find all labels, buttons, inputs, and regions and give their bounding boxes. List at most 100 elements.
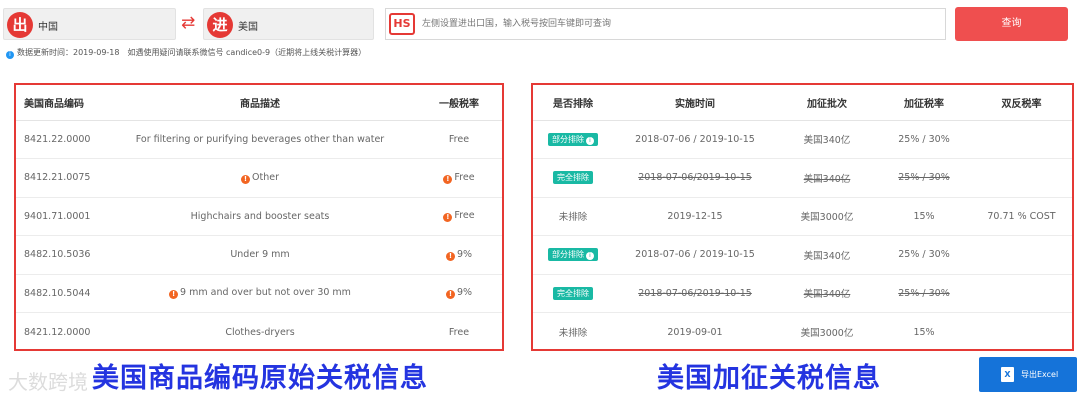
additional-rate-cell: 15%	[877, 313, 971, 352]
column-header: 商品描述	[104, 85, 416, 121]
batch-cell: 美国340亿	[777, 235, 877, 275]
additional-rate-cell: 25% / 30%	[877, 235, 971, 275]
description-cell: ! Other	[104, 158, 416, 198]
additional-rate-cell: 15%	[877, 197, 971, 236]
hs-code-cell: 9401.71.0001	[16, 197, 104, 236]
table-row: 8412.21.0075! Other! Free	[16, 158, 502, 198]
effective-time-cell: 2019-09-01	[613, 313, 777, 352]
exclusion-cell: 未排除	[533, 197, 613, 236]
description-cell: Under 9 mm	[104, 235, 416, 275]
export-excel-button[interactable]: X 导出Excel	[979, 357, 1077, 392]
hs-code-cell: 8412.21.0075	[16, 158, 104, 198]
table-row: 8421.22.0000 For filtering or purifying b…	[16, 120, 502, 159]
table-row: 8482.10.5036 Under 9 mm! 9%	[16, 235, 502, 275]
general-rate-cell: ! Free	[416, 158, 502, 198]
table-row: 完全排除 2018-07-06/2019-10-15 美国340亿 25% / 30%	[533, 274, 1072, 313]
additional-rate: 25% / 30%	[898, 249, 950, 261]
warning-icon[interactable]: !	[445, 290, 455, 300]
batch: 美国340亿	[803, 173, 851, 185]
warning-icon[interactable]: !	[443, 213, 453, 223]
exclusion-cell: 部分排除 i	[533, 235, 613, 275]
update-info: i 数据更新时间：2019-09-18 如遇使用疑问请联系微信号 candice0…	[6, 47, 366, 59]
general-rate-cell: ! 9%	[416, 235, 502, 275]
warning-icon[interactable]: !	[169, 290, 179, 300]
import-country-select[interactable]: 进 美国	[203, 8, 374, 40]
table-row: 完全排除 2018-07-06/2019-10-15 美国340亿 25% / 30%	[533, 158, 1072, 198]
export-country-select[interactable]: 出 中国	[3, 8, 176, 40]
additional-rate: 25% / 30%	[898, 172, 950, 184]
description: Under 9 mm	[230, 249, 290, 261]
table-header-row: 美国商品编码 商品描述 一般税率	[16, 85, 502, 121]
batch-cell: 美国340亿	[777, 274, 877, 313]
column-header: 双反税率	[971, 85, 1072, 121]
exclusion-badge[interactable]: 完全排除	[553, 286, 593, 300]
description-cell: Highchairs and booster seats	[104, 197, 416, 236]
general-rate-cell: ! 9%	[416, 274, 502, 313]
exclusion-label: 未排除	[558, 212, 588, 224]
table-row: 8421.12.0000 Clothes-dryers Free	[16, 313, 502, 352]
exclusion-badge[interactable]: 完全排除	[553, 171, 593, 185]
general-rate: Free	[454, 210, 475, 222]
import-country-label: 美国	[238, 22, 258, 33]
table-row: 部分排除 i 2018-07-06 / 2019-10-15 美国340亿 25% / …	[533, 120, 1072, 159]
column-header: 一般税率	[416, 85, 502, 121]
anti-dumping-rate-cell: 70.71 % COST	[971, 197, 1072, 236]
hs-code-input[interactable]	[422, 9, 937, 39]
description: For filtering or purifying beverages oth…	[135, 133, 385, 145]
info-icon[interactable]: i	[586, 136, 594, 145]
search-bar: 出 中国 ⇄ 进 美国 HS 查询	[0, 7, 1080, 43]
original-tariff-table: 美国商品编码 商品描述 一般税率 8421.22.0000 For filteri…	[16, 85, 502, 351]
table-row: 未排除 2019-09-01 美国3000亿 15%	[533, 313, 1072, 352]
original-tariff-caption: 美国商品编码原始关税信息	[92, 363, 428, 394]
exclusion-cell: 完全排除	[533, 274, 613, 313]
exclusion-badge[interactable]: 部分排除 i	[548, 132, 598, 146]
effective-time-cell: 2018-07-06/2019-10-15	[613, 274, 777, 313]
description-cell: ! 9 mm and over but not over 30 mm	[104, 274, 416, 313]
column-header: 美国商品编码	[16, 85, 104, 121]
hs-code-cell: 8421.12.0000	[16, 313, 104, 352]
warning-icon[interactable]: !	[241, 174, 250, 184]
batch-cell: 美国3000亿	[777, 313, 877, 352]
column-header: 加征税率	[877, 85, 971, 121]
general-rate: 9%	[456, 248, 473, 260]
general-rate: Free	[448, 326, 470, 338]
description: 9 mm and over but not over 30 mm	[180, 287, 351, 299]
effective-time-cell: 2019-12-15	[613, 197, 777, 236]
exclusion-cell: 完全排除	[533, 158, 613, 198]
anti-dumping-rate: 70.71 % COST	[987, 210, 1056, 222]
watermark-logo: 大数跨境	[8, 370, 88, 394]
exclusion-label: 完全排除	[557, 173, 589, 183]
batch: 美国3000亿	[800, 212, 854, 224]
warning-icon[interactable]: !	[443, 174, 453, 184]
info-icon: i	[6, 51, 14, 59]
column-header: 实施时间	[613, 85, 777, 121]
exclusion-cell: 部分排除 i	[533, 120, 613, 159]
batch-cell: 美国3000亿	[777, 197, 877, 236]
additional-tariff-table: 是否排除 实施时间 加征批次 加征税率 双反税率 部分排除 i 2018-07-06…	[533, 85, 1072, 351]
description: Other	[252, 171, 279, 183]
batch: 美国340亿	[803, 250, 851, 262]
additional-rate-cell: 25% / 30%	[877, 158, 971, 198]
info-icon[interactable]: i	[586, 252, 594, 261]
effective-time-cell: 2018-07-06/2019-10-15	[613, 158, 777, 198]
effective-time: 2018-07-06 / 2019-10-15	[635, 133, 755, 145]
additional-rate: 15%	[913, 326, 935, 338]
exclusion-badge[interactable]: 部分排除 i	[548, 248, 598, 262]
general-rate: 9%	[456, 287, 473, 299]
additional-rate: 25% / 30%	[898, 287, 950, 299]
import-badge-icon: 进	[207, 12, 233, 38]
export-country-label: 中国	[38, 22, 58, 33]
warning-icon[interactable]: !	[445, 251, 455, 261]
exclusion-cell: 未排除	[533, 313, 613, 352]
swap-icon[interactable]: ⇄	[181, 13, 195, 33]
anti-dumping-rate-cell	[971, 235, 1072, 275]
export-badge-icon: 出	[7, 12, 33, 38]
effective-time-cell: 2018-07-06 / 2019-10-15	[613, 235, 777, 275]
query-button[interactable]: 查询	[955, 7, 1068, 41]
anti-dumping-rate-cell	[971, 158, 1072, 198]
update-info-text: 数据更新时间：2019-09-18 如遇使用疑问请联系微信号 candice0-…	[17, 48, 367, 57]
table-row: 8482.10.5044! 9 mm and over but not over …	[16, 274, 502, 313]
hs-code-cell: 8482.10.5036	[16, 235, 104, 275]
hs-logo-icon: HS	[389, 13, 415, 35]
additional-rate: 15%	[913, 210, 935, 222]
